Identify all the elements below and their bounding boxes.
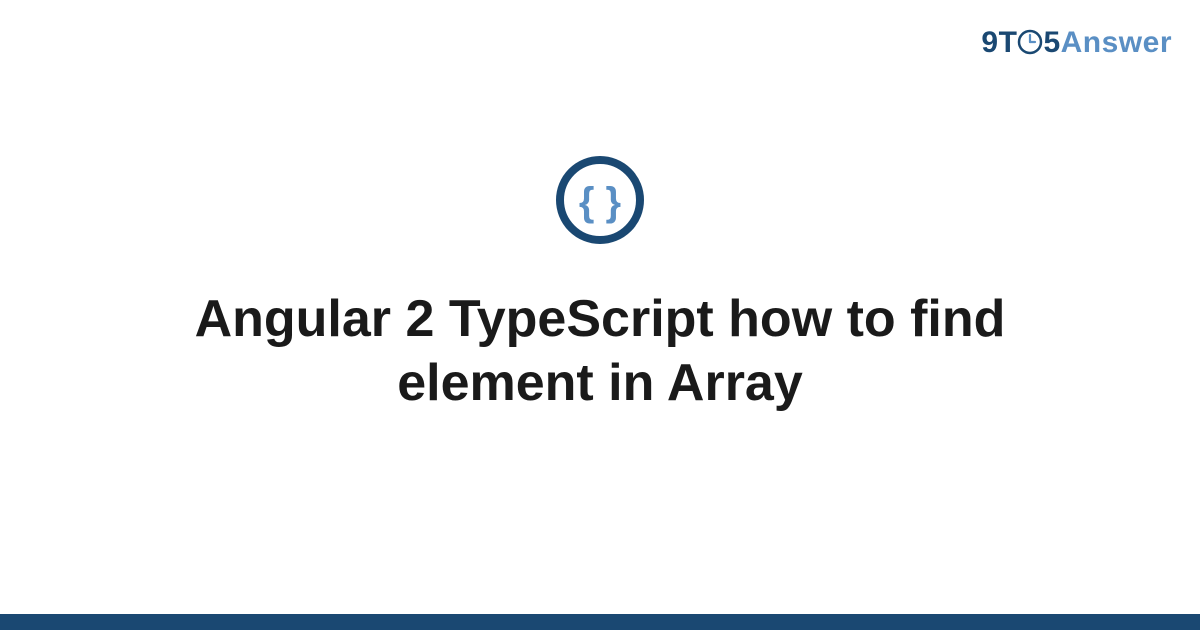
main-content: { } Angular 2 TypeScript how to find ele… bbox=[0, 0, 1200, 630]
footer-bar bbox=[0, 614, 1200, 630]
svg-text:{ }: { } bbox=[579, 180, 621, 224]
braces-icon: { } bbox=[555, 155, 645, 250]
page-title: Angular 2 TypeScript how to find element… bbox=[100, 288, 1100, 415]
